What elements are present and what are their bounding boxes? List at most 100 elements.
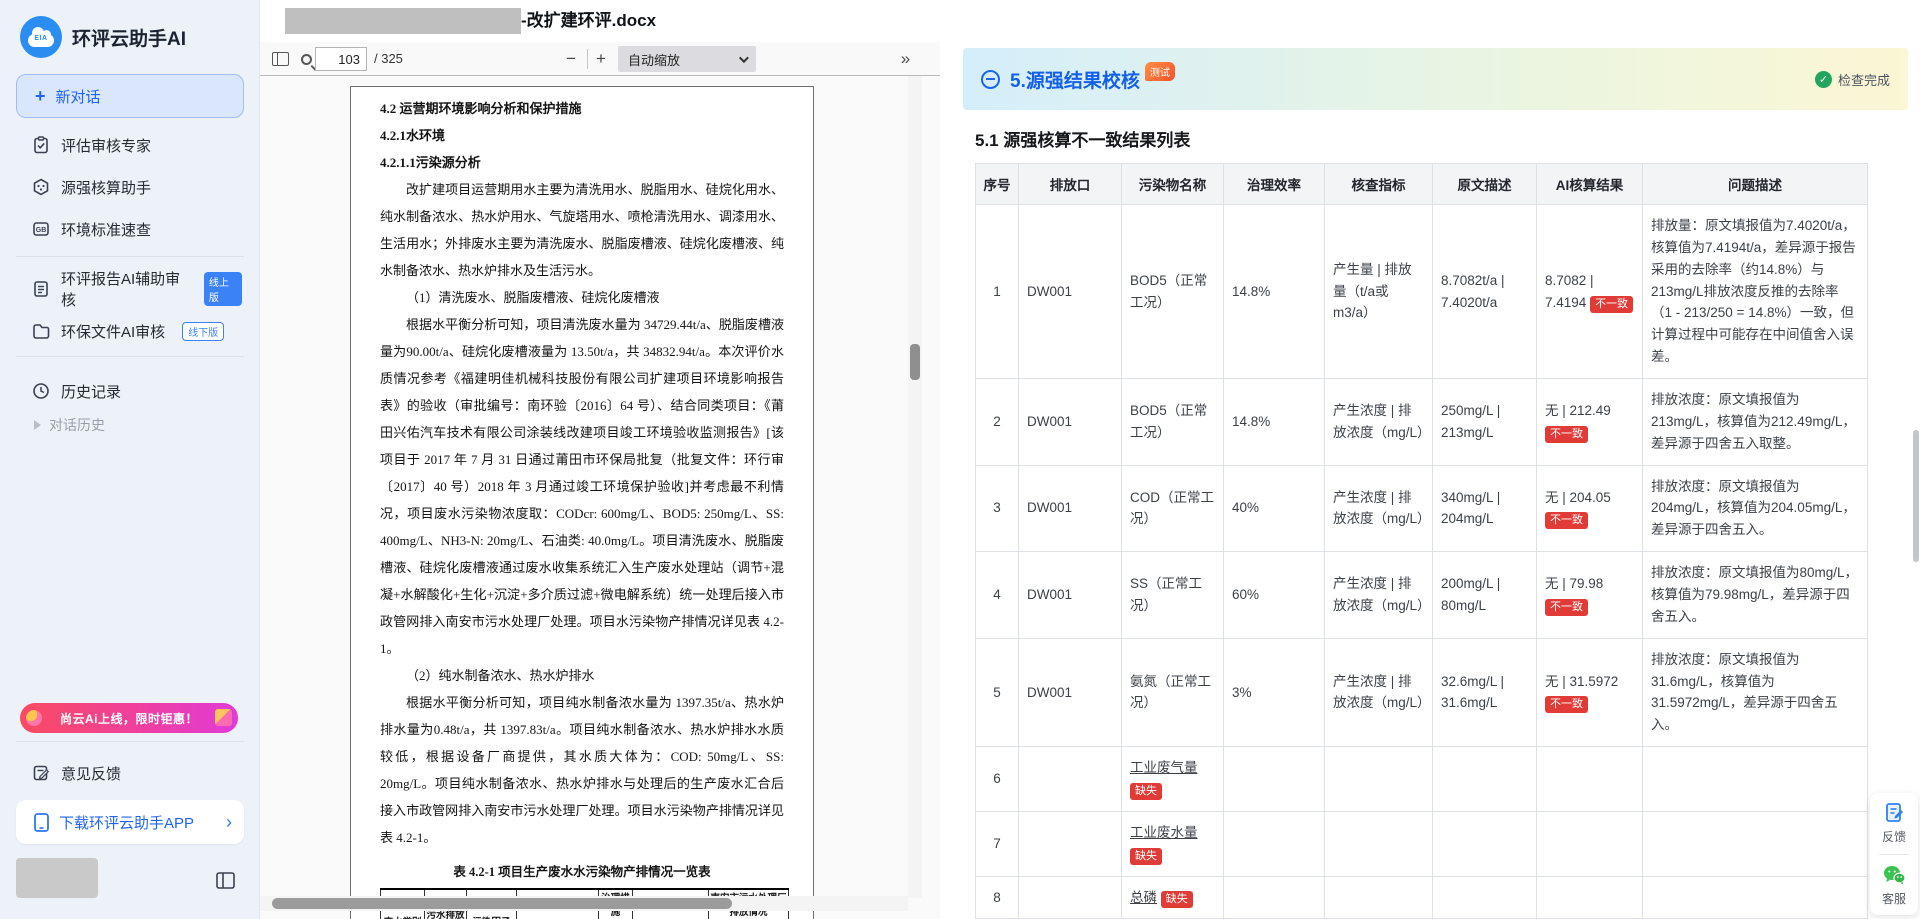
sidebar-item-env-file-ai-review[interactable]: 环保文件AI审核 线下版 [18,312,242,350]
cell-efficiency: 40% [1224,465,1325,552]
user-account-redacted[interactable] [16,858,98,898]
doc-heading: 4.2 运营期环境影响分析和保护措施 [380,95,784,122]
col-header-issue: 问题描述 [1643,164,1868,205]
sidebar-item-standard-lookup[interactable]: GB 环境标准速查 [18,210,242,248]
test-badge: 测试 [1145,62,1175,81]
cell-no: 5 [976,638,1019,746]
document-lines-icon [32,280,50,298]
cell-original [1433,747,1537,812]
sidebar-item-label: 历史记录 [61,381,121,402]
cell-no: 7 [976,811,1019,876]
document-title-redacted [285,8,521,34]
doc-table-caption: 表 4.2-1 项目生产废水水污染物产排情况一览表 [380,861,784,880]
toolbar-more-button[interactable]: » [890,42,920,76]
cell-efficiency: 14.8% [1224,379,1325,466]
cell-original: 340mg/L | 204mg/L [1433,465,1537,552]
col-header-indicator: 核查指标 [1325,164,1433,205]
cell-outlet: DW001 [1019,552,1122,639]
cell-issue-desc: 排放量：原文填报值为7.4020t/a，核算值为7.4194t/a，差异源于报告… [1643,205,1868,379]
promo-gift-icon [215,709,232,726]
cell-ai-result: 无 | 31.5972 不一致 [1537,638,1643,746]
review-section-title: 5.源强结果校核 [1010,66,1140,93]
sidebar-item-chat-history[interactable]: 对话历史 [34,410,234,440]
toolbar-separator [587,49,588,69]
toggle-sidebar-button[interactable] [266,42,294,76]
new-chat-button[interactable]: + 新对话 [16,74,244,118]
split-square-icon [272,52,289,66]
missing-item-link[interactable]: 总磷 [1130,890,1157,905]
cell-original [1433,876,1537,919]
cell-indicator [1325,747,1433,812]
missing-badge: 缺失 [1161,891,1193,908]
online-version-badge: 线上版 [204,272,242,306]
window-scrollbar-thumb[interactable] [1913,430,1919,562]
cell-outlet: DW001 [1019,638,1122,746]
sidebar-item-label: 环评报告AI辅助审核 [61,268,187,310]
inconsistent-badge: 不一致 [1545,426,1588,443]
sidebar-item-review-expert[interactable]: 评估审核专家 [18,126,242,164]
customer-service-button[interactable]: 客服 [1882,864,1906,907]
feedback-button[interactable]: 意见反馈 [18,755,242,791]
zoom-out-button[interactable]: − [560,42,582,76]
collapse-panel-icon [216,872,235,889]
zoom-select[interactable]: 自动缩放 [618,46,756,72]
promo-banner[interactable]: 尚云Ai上线，限时钜惠！ [20,703,238,733]
col-header-outlet: 排放口 [1019,164,1122,205]
clock-icon [32,382,50,400]
page-number-input[interactable] [315,47,367,71]
vertical-scroll-thumb[interactable] [910,344,920,380]
sidebar-collapse-button[interactable] [216,872,235,894]
document-titlebar: -改扩建环评.docx [260,0,940,42]
col-header-efficiency: 治理效率 [1224,164,1325,205]
cell-pollutant: 工业废水量 缺失 [1122,811,1224,876]
doc-paragraph: 根据水平衡分析可知，项目纯水制备浓水量为 1397.35t/a、热水炉排水量为0… [380,689,784,851]
cell-issue-desc: 排放浓度：原文填报值为213mg/L，核算值为212.49mg/L，差异源于四舍… [1643,379,1868,466]
new-chat-label: 新对话 [56,86,101,107]
cell-issue-desc [1643,876,1868,919]
inconsistent-badge: 不一致 [1590,296,1633,313]
cell-ai-result [1537,811,1643,876]
edit-note-icon [32,764,50,782]
sidebar-item-eia-report-ai-review[interactable]: 环评报告AI辅助审核 线上版 [18,270,242,308]
doc-paragraph: （1）清洗废水、脱脂废槽液、硅烷化废槽液 [380,284,784,311]
search-icon [301,54,312,65]
feedback-label: 意见反馈 [61,763,121,784]
zoom-in-button[interactable]: + [590,42,612,76]
col-header-no: 序号 [976,164,1019,205]
cell-no: 6 [976,747,1019,812]
cell-issue-desc [1643,811,1868,876]
cell-outlet: DW001 [1019,205,1122,379]
customer-service-label: 客服 [1882,890,1906,907]
missing-badge: 缺失 [1130,848,1162,865]
collapse-section-icon[interactable] [981,70,1000,89]
cell-ai-result: 无 | 212.49 不一致 [1537,379,1643,466]
chat-history-label: 对话历史 [49,415,105,435]
missing-item-link[interactable]: 工业废水量 [1130,825,1198,840]
cell-issue-desc [1643,747,1868,812]
cell-no: 2 [976,379,1019,466]
chevron-down-icon [739,53,749,63]
cell-no: 1 [976,205,1019,379]
svg-text:GB: GB [36,227,47,234]
document-horizontal-scrollbar[interactable] [260,896,908,911]
cell-pollutant: 氨氮（正常工况） [1122,638,1224,746]
sidebar-item-label: 源强核算助手 [61,177,151,198]
document-vertical-scrollbar[interactable] [908,76,922,898]
horizontal-scroll-thumb[interactable] [272,898,732,909]
document-page: 4.2 运营期环境影响分析和保护措施 4.2.1水环境 4.2.1.1污染源分析… [350,86,814,919]
feedback-float-button[interactable]: 反馈 [1882,802,1906,845]
cell-indicator [1325,876,1433,919]
table-row: 7 工业废水量 缺失 [976,811,1868,876]
sidebar-divider [16,741,244,742]
inconsistent-results-table: 序号 排放口 污染物名称 治理效率 核查指标 原文描述 AI核算结果 问题描述 … [975,163,1868,919]
sidebar-item-source-calc[interactable]: 源强核算助手 [18,168,242,206]
missing-item-link[interactable]: 工业废气量 [1130,760,1198,775]
download-app-button[interactable]: 下载环评云助手APP › [16,800,244,844]
cell-issue-desc: 排放浓度：原文填报值为31.6mg/L，核算值为31.5972mg/L，差异源于… [1643,638,1868,746]
sidebar-item-history[interactable]: 历史记录 [18,372,242,410]
cell-no: 4 [976,552,1019,639]
doc-heading: 4.2.1.1污染源分析 [380,149,784,176]
cell-pollutant: 工业废气量 缺失 [1122,747,1224,812]
inconsistent-badge: 不一致 [1545,696,1588,713]
chevron-right-icon: › [226,812,232,833]
